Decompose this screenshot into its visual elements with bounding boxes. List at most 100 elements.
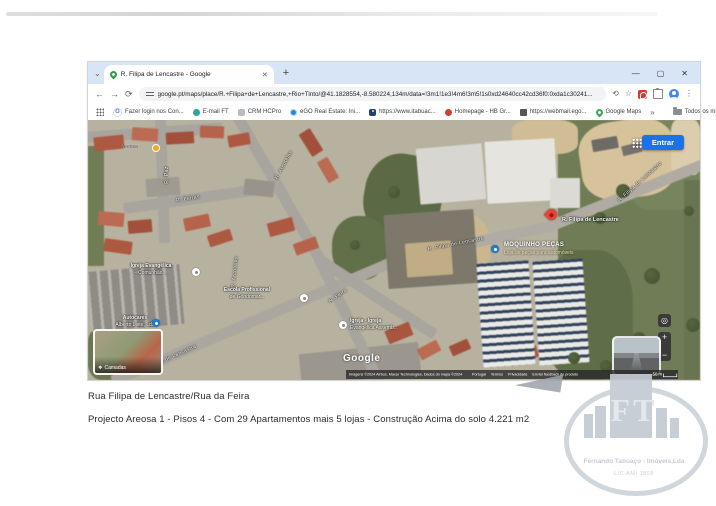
scan-artifact-band [6, 12, 658, 16]
doc-description: Projecto Areosa 1 - Pisos 4 - Com 29 Apa… [88, 414, 529, 425]
pdf-extension-icon[interactable] [638, 90, 647, 99]
browser-toolbar: ← → ⟳ google.pt/maps/place/R.+Filipa+de+… [88, 84, 700, 104]
building [200, 126, 224, 139]
bookmark-item[interactable]: Google Maps [596, 109, 642, 116]
poi-label-school[interactable]: Escola Profissionalde Gondomar... [210, 287, 284, 300]
bookmark-star-icon[interactable]: ☆ [625, 90, 632, 98]
bookmark-label: CRM HCPro [248, 109, 281, 115]
layers-card[interactable]: ❖ Camadas [93, 329, 163, 375]
my-location-button[interactable]: ◎ [658, 314, 671, 327]
all-bookmarks-label: Todos os marcadores [685, 109, 716, 115]
browser-tab[interactable]: R. Filipa de Lencastre - Google ✕ [104, 65, 274, 84]
webmail-icon [520, 109, 527, 116]
store-icon[interactable] [491, 245, 499, 253]
building [127, 219, 152, 234]
tab-close-icon[interactable]: ✕ [262, 71, 268, 79]
close-button[interactable]: ✕ [681, 69, 688, 78]
bookmarks-bar: Fazer login nos Con... E-mail FT CRM HCP… [88, 104, 700, 121]
home-icon [445, 109, 452, 116]
url-bar[interactable]: google.pt/maps/place/R.+Filipa+de+Lencas… [139, 87, 607, 101]
new-tab-button[interactable]: + [283, 67, 289, 79]
tree [568, 352, 580, 364]
church-icon[interactable] [192, 268, 200, 276]
bookmark-item[interactable]: https://webmail.ego... [520, 109, 587, 116]
building [449, 338, 472, 356]
minimize-button[interactable]: — [632, 69, 640, 78]
bookmark-label: Homepage - HB Gr... [455, 109, 511, 115]
building [484, 138, 557, 204]
poi-label-church2[interactable]: Igreja - IgrejaEvangélica Assemb... [350, 318, 432, 331]
bus-icon[interactable] [152, 319, 160, 327]
building [416, 340, 441, 361]
forward-button[interactable]: → [110, 90, 119, 99]
building [93, 134, 124, 151]
bookmark-label: Google Maps [606, 109, 642, 115]
globe-icon [290, 109, 297, 116]
google-icon [113, 108, 122, 117]
area-label: Areosa [122, 144, 138, 150]
bookmark-item[interactable]: CRM HCPro [238, 109, 281, 116]
watermark-license: LIC.AMI 3808 [558, 471, 710, 477]
building [267, 217, 296, 237]
profile-avatar[interactable] [669, 89, 679, 99]
building [183, 213, 211, 231]
tab-title: R. Filipa de Lencastre - Google [121, 71, 258, 78]
doc-title: Rua Filipa de Lencastre/Rua da Feira [88, 391, 250, 402]
tree [388, 186, 400, 198]
reload-button[interactable]: ⟳ [125, 90, 133, 99]
share-icon[interactable]: ⟲ [612, 90, 619, 98]
menu-icon[interactable]: ⋮ [685, 90, 693, 98]
site-settings-icon[interactable] [146, 90, 154, 98]
layers-icon: ❖ [98, 365, 102, 371]
church-icon[interactable] [339, 321, 347, 329]
map-viewport[interactable]: R. Paz R. Arcotelas R. Feiras R. Arcotel… [88, 120, 700, 380]
building [166, 131, 195, 144]
url-text: google.pt/maps/place/R.+Filipa+de+Lencas… [158, 91, 593, 98]
bookmark-label: eGO Real Estate: Ini... [300, 109, 360, 115]
sign-in-button[interactable]: Entrar [642, 135, 684, 150]
poi-label-church[interactable]: Igreja Evangélica«Comunhão... [116, 263, 186, 276]
bookmark-item[interactable]: https://www.itabuac... [369, 109, 436, 116]
bookmark-item[interactable]: eGO Real Estate: Ini... [290, 109, 360, 116]
building [550, 178, 580, 208]
building [532, 258, 589, 365]
chevron-down-icon[interactable]: ⌄ [94, 69, 101, 78]
pin-label: R. Filipa de Lencastre [562, 217, 619, 223]
attribution-link[interactable]: Portugal [472, 373, 486, 377]
back-button[interactable]: ← [95, 90, 104, 99]
watermark-initials: FT [558, 392, 710, 429]
poi-label-business[interactable]: MOQUINHO PEÇASLoja de peças para automóv… [504, 242, 574, 256]
bookmark-label: Fazer login nos Con... [125, 109, 184, 115]
apps-grid-icon[interactable] [96, 108, 104, 116]
maximize-button[interactable]: ▢ [657, 69, 665, 78]
bookmark-label: https://www.itabuac... [379, 109, 436, 115]
poi-dot-marker[interactable] [152, 144, 160, 152]
tree [684, 206, 694, 216]
google-apps-grid-icon[interactable] [632, 138, 642, 148]
scanned-page: ⌄ R. Filipa de Lencastre - Google ✕ + — … [0, 0, 716, 506]
zoom-out-button[interactable]: − [662, 351, 667, 360]
terrain-patch [88, 146, 104, 266]
building [416, 143, 487, 205]
building [207, 229, 234, 248]
google-logo: Google [343, 353, 380, 364]
bookmark-item[interactable]: E-mail FT [193, 109, 229, 116]
maps-favicon-icon [108, 70, 118, 80]
school-icon[interactable] [300, 294, 308, 302]
satellite-imagery [88, 120, 700, 380]
extensions-icon[interactable] [653, 89, 663, 99]
all-bookmarks-button[interactable]: Todos os marcadores [673, 109, 716, 115]
tree [644, 268, 660, 284]
crm-icon [238, 109, 245, 116]
zoom-in-button[interactable]: + [662, 333, 667, 342]
attribution-link[interactable]: Termos [490, 373, 502, 377]
tree [350, 240, 360, 250]
bookmark-item[interactable]: Fazer login nos Con... [113, 108, 184, 117]
bookmarks-overflow-icon[interactable]: » [650, 108, 654, 117]
bookmark-item[interactable]: Homepage - HB Gr... [445, 109, 511, 116]
maps-pin-icon [594, 107, 604, 117]
building [145, 177, 180, 197]
watermark-company: Fernando Tabuaço - Imóveis,Lda [558, 458, 710, 465]
browser-window: ⌄ R. Filipa de Lencastre - Google ✕ + — … [88, 62, 700, 380]
street-label: R. Paz [164, 166, 170, 183]
